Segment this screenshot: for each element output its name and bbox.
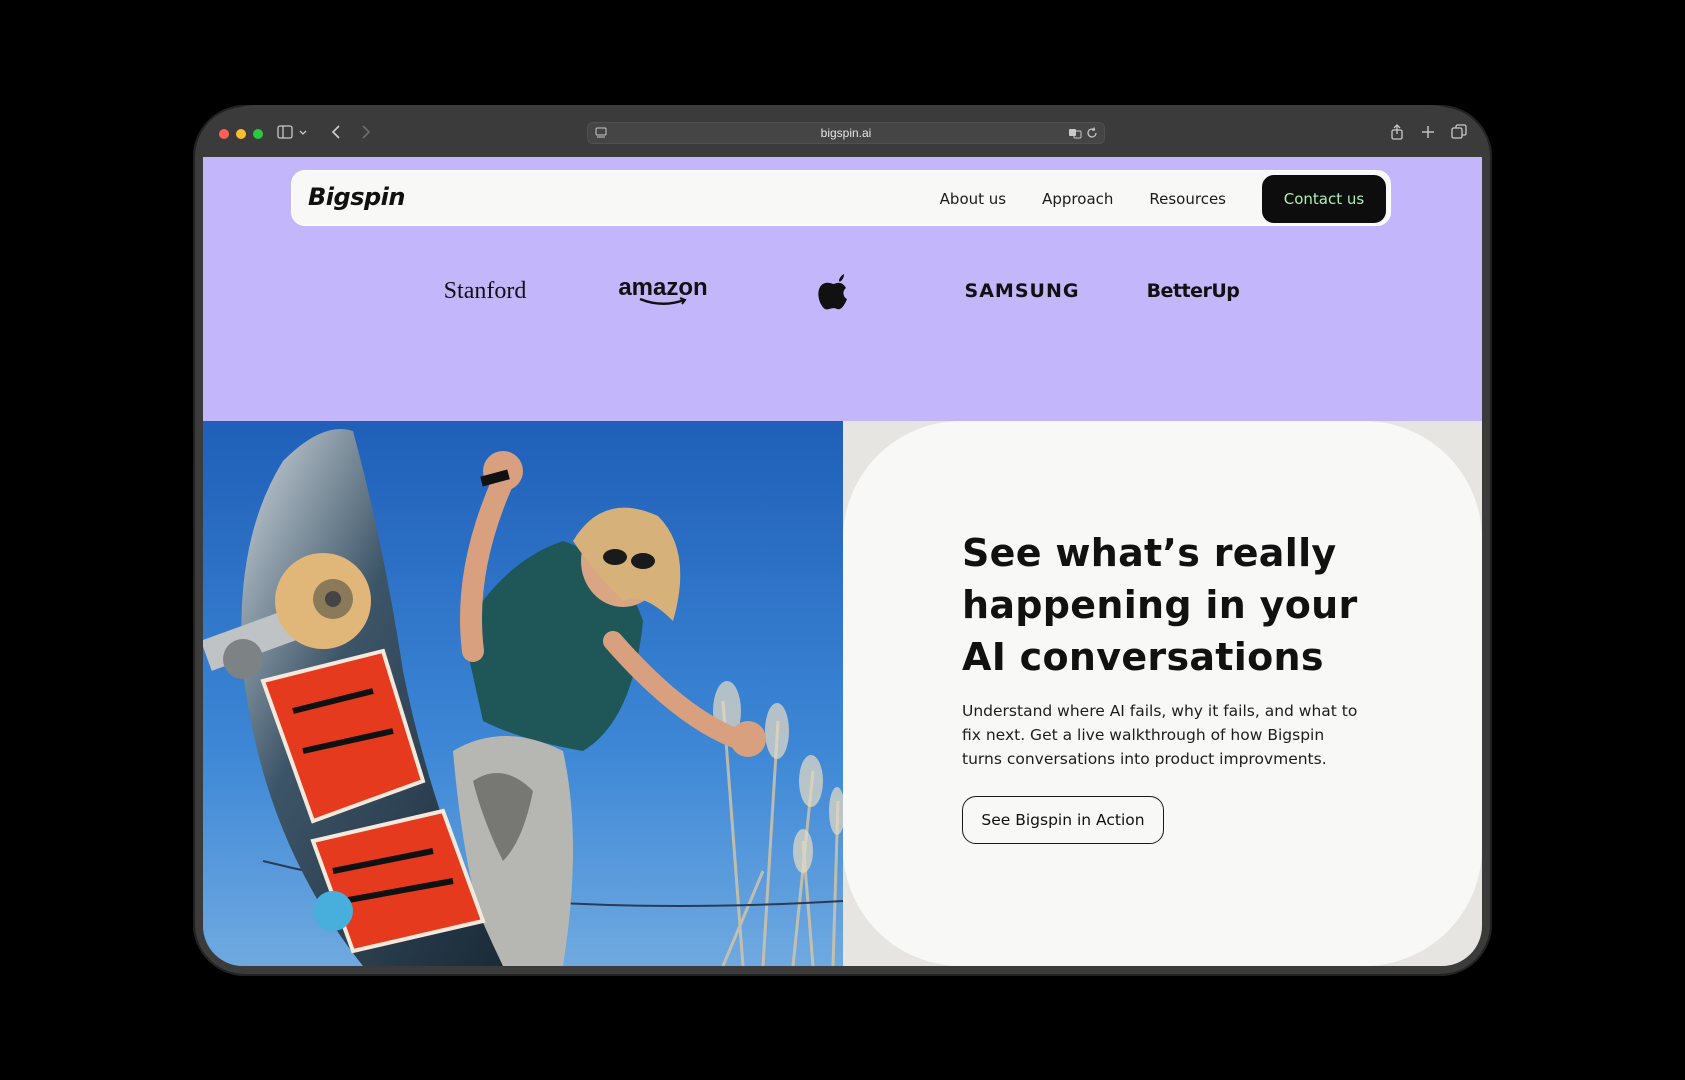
- reload-icon[interactable]: [1085, 126, 1099, 140]
- zoom-window-button[interactable]: [253, 129, 263, 139]
- minimize-window-button[interactable]: [236, 129, 246, 139]
- apple-logo-icon: [803, 269, 863, 313]
- nav-links: About us Approach Resources: [940, 171, 1226, 227]
- translate-icon[interactable]: [1068, 126, 1082, 140]
- browser-window: bigspin.ai Bigspin About us Approach Res…: [193, 105, 1492, 976]
- hero-card: See what’s really happening in your AI c…: [843, 421, 1482, 966]
- window-controls: [219, 129, 263, 139]
- url-text: bigspin.ai: [820, 126, 872, 140]
- share-icon[interactable]: [1387, 122, 1407, 142]
- samsung-logo: SAMSUNG: [964, 280, 1080, 302]
- chevron-down-icon[interactable]: [297, 122, 309, 142]
- address-bar[interactable]: bigspin.ai: [587, 122, 1105, 144]
- hero-right-panel: See what’s really happening in your AI c…: [843, 421, 1482, 966]
- nav-resources[interactable]: Resources: [1149, 190, 1226, 208]
- tab-overview-icon[interactable]: [1449, 122, 1469, 142]
- browser-toolbar: bigspin.ai: [203, 105, 1482, 157]
- back-icon[interactable]: [327, 122, 347, 142]
- hero-banner: Bigspin About us Approach Resources Cont…: [203, 157, 1482, 421]
- client-logos: Stanford amazon SAMSUNG BetterUp: [203, 269, 1482, 313]
- hero-skateboard-photo: [203, 421, 843, 966]
- web-page: Bigspin About us Approach Resources Cont…: [203, 157, 1482, 966]
- amazon-smile-icon: [639, 296, 687, 305]
- new-tab-icon[interactable]: [1418, 122, 1438, 142]
- hero-headline: See what’s really happening in your AI c…: [962, 531, 1358, 679]
- page-settings-icon[interactable]: [594, 126, 608, 140]
- nav-approach[interactable]: Approach: [1042, 190, 1113, 208]
- see-bigspin-in-action-button[interactable]: See Bigspin in Action: [962, 796, 1164, 844]
- amazon-logo: amazon: [603, 269, 723, 313]
- nav-about-us[interactable]: About us: [940, 190, 1006, 208]
- hero-subtext: Understand where AI fails, why it fails,…: [962, 702, 1358, 768]
- bigspin-logo[interactable]: Bigspin: [308, 183, 405, 211]
- close-window-button[interactable]: [219, 129, 229, 139]
- site-navbar: Bigspin About us Approach Resources Cont…: [291, 170, 1391, 226]
- forward-icon[interactable]: [355, 122, 375, 142]
- sidebar-toggle-icon[interactable]: [275, 122, 295, 142]
- contact-us-button[interactable]: Contact us: [1262, 175, 1386, 223]
- stanford-logo: Stanford: [443, 277, 527, 304]
- betterup-logo: BetterUp: [1146, 280, 1240, 302]
